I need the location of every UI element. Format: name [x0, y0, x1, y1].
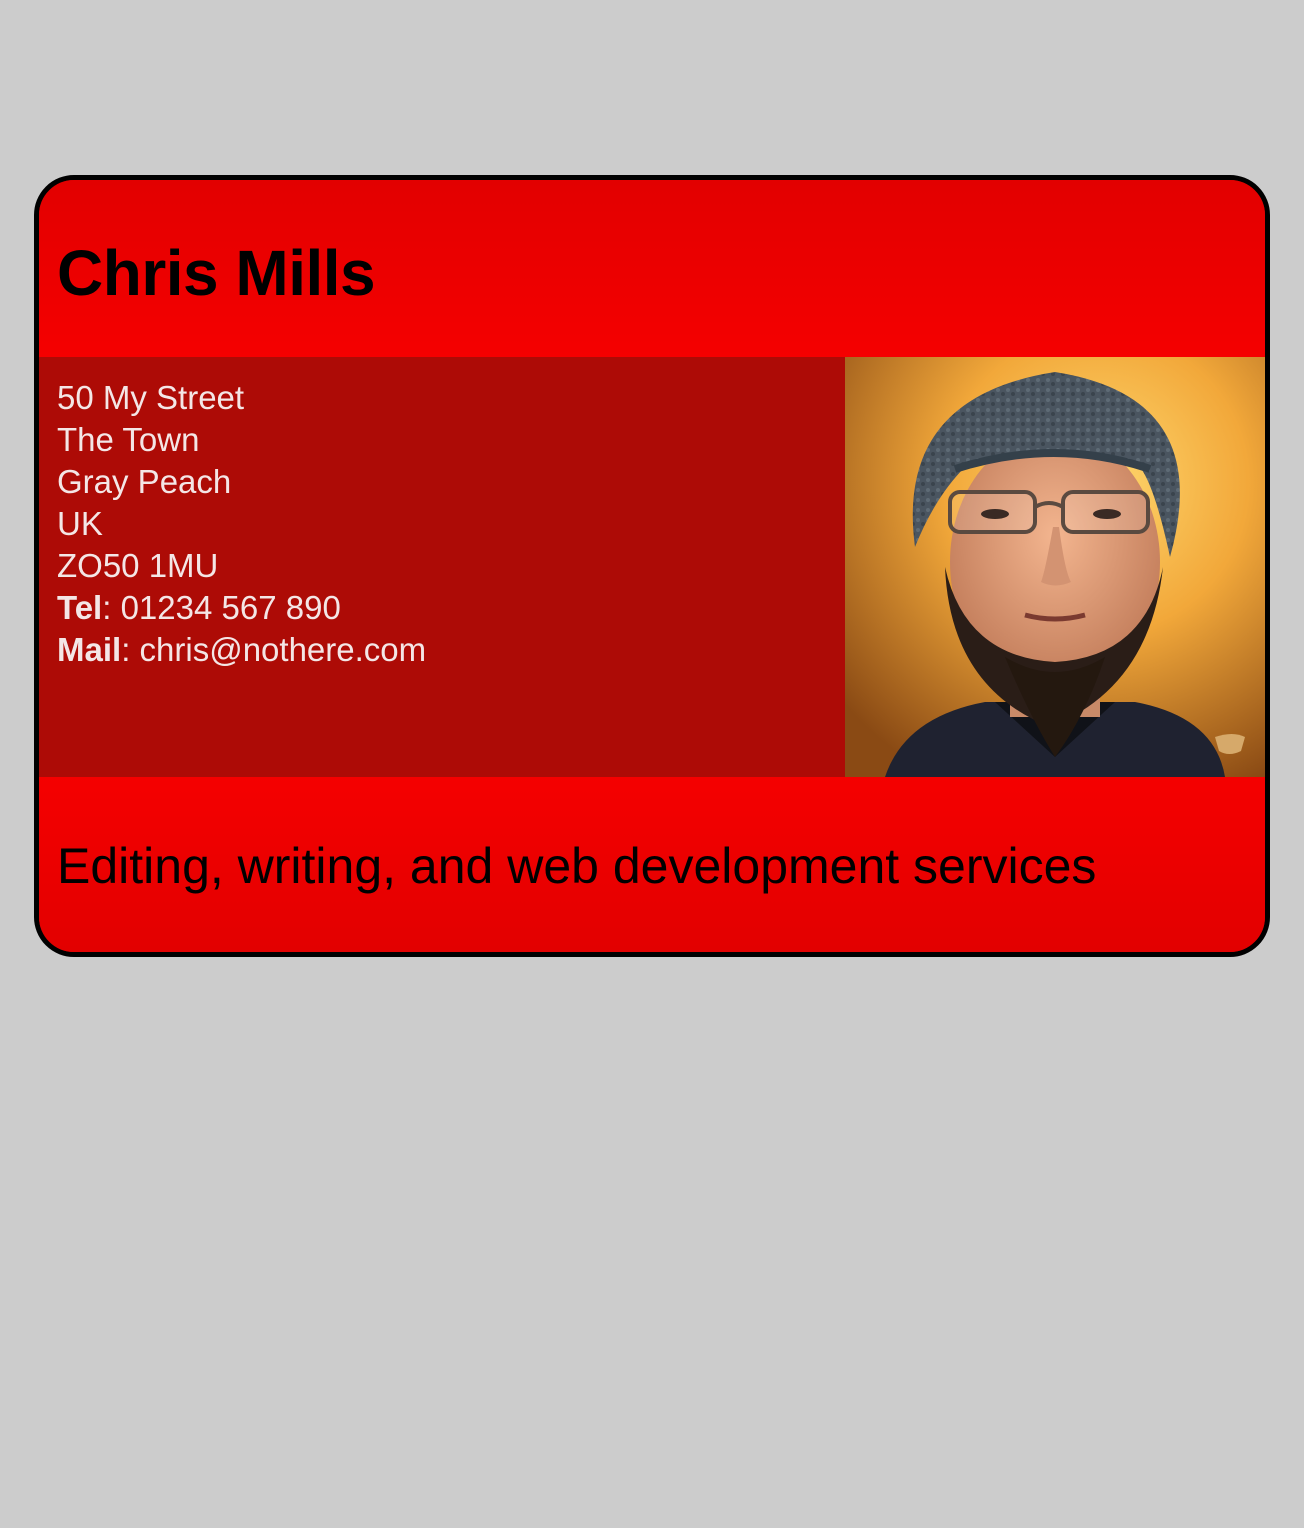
card-tagline: Editing, writing, and web development se…: [57, 838, 1097, 894]
address-line-town: The Town: [57, 421, 200, 458]
address-line-country: UK: [57, 505, 103, 542]
profile-photo: [845, 357, 1265, 777]
card-name: Chris Mills: [57, 237, 376, 309]
email-label: Mail: [57, 631, 122, 668]
telephone-line: Tel: 01234 567 890: [57, 589, 341, 626]
email-value: chris@nothere.com: [139, 631, 427, 668]
card-header: Chris Mills: [39, 180, 1265, 357]
contact-details: 50 My Street The Town Gray Peach UK ZO50…: [57, 377, 426, 671]
email-line: Mail: chris@nothere.com: [57, 631, 427, 668]
address-line-postcode: ZO50 1MU: [57, 547, 219, 584]
card-body: 50 My Street The Town Gray Peach UK ZO50…: [39, 357, 1265, 777]
address-line-street: 50 My Street: [57, 379, 245, 416]
business-card: Chris Mills 50 My Street The Town Gray P…: [34, 175, 1270, 957]
telephone-value: 01234 567 890: [120, 589, 341, 626]
telephone-label: Tel: [57, 589, 103, 626]
address-line-county: Gray Peach: [57, 463, 232, 500]
card-footer: Editing, writing, and web development se…: [39, 777, 1265, 952]
